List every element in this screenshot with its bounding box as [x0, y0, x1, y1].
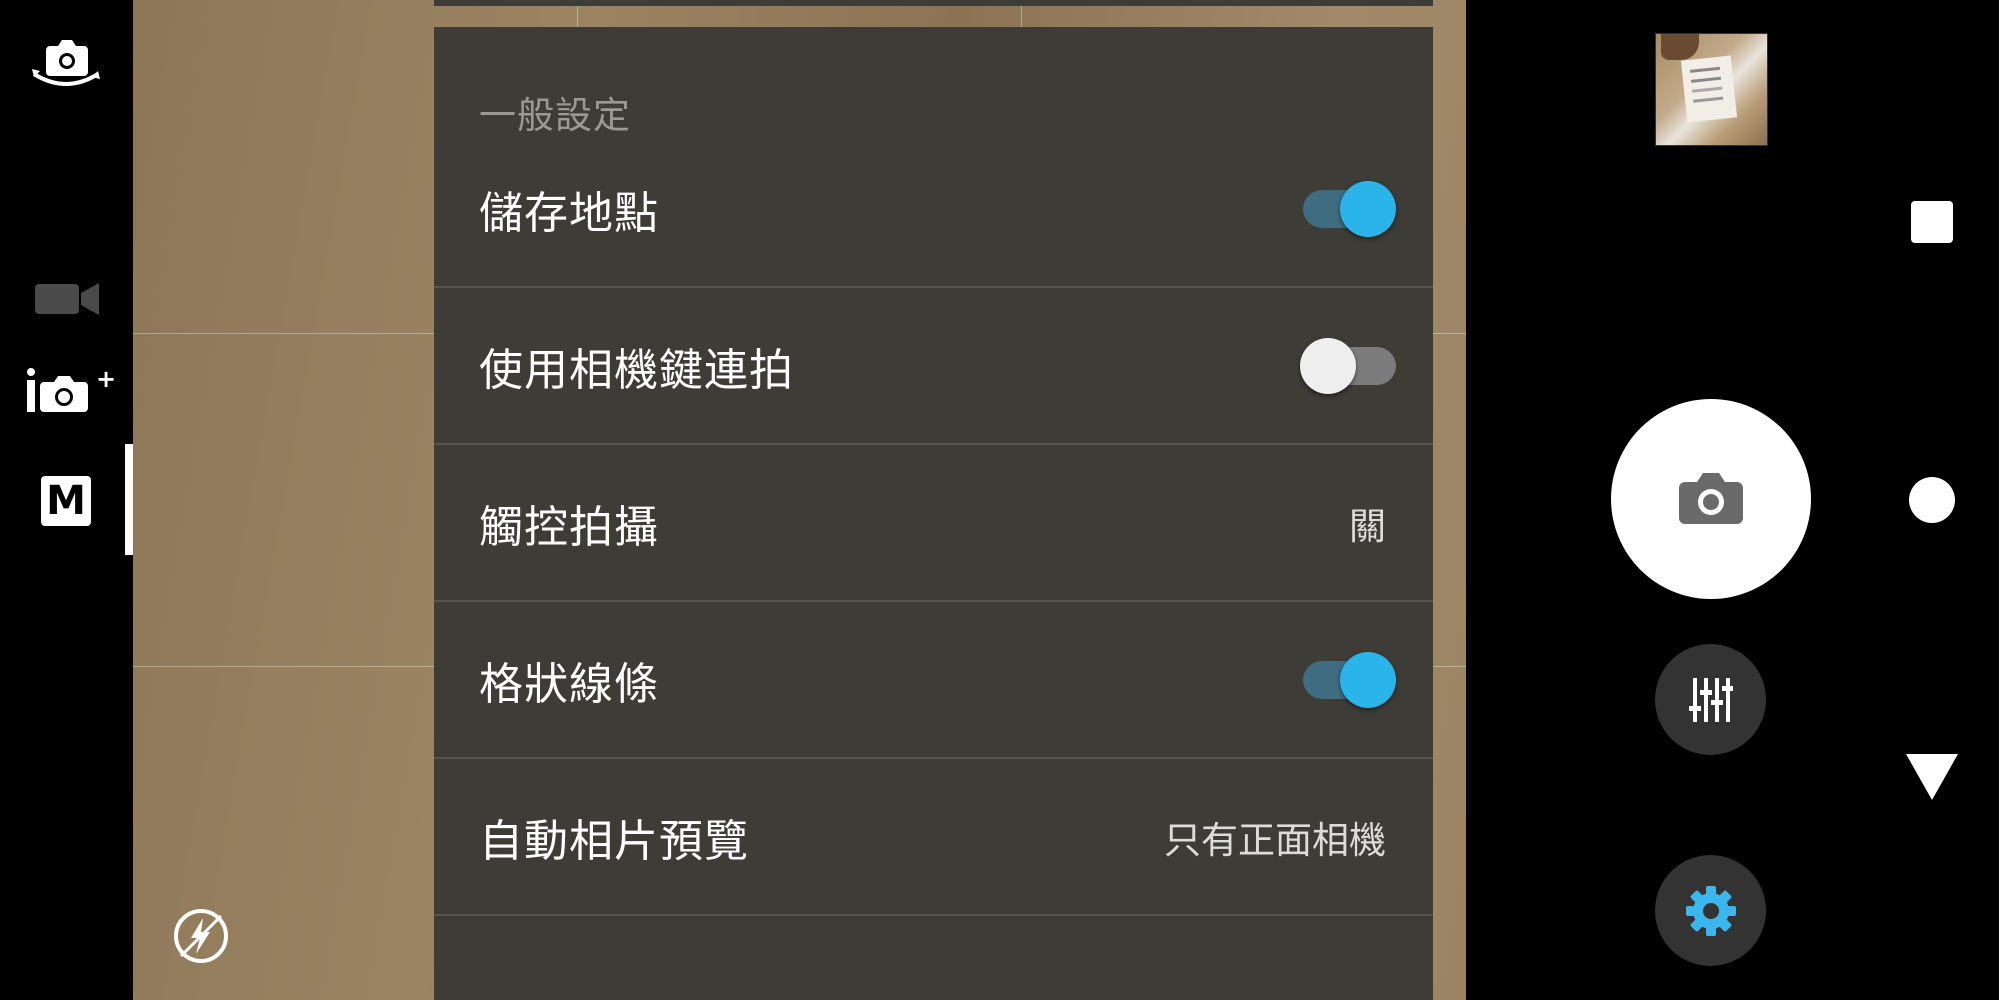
- recent-apps-icon: [1911, 201, 1953, 243]
- manual-mode-icon[interactable]: M: [41, 476, 91, 526]
- setting-value: 只有正面相機: [1164, 818, 1386, 862]
- settings-button[interactable]: [1655, 855, 1766, 966]
- setting-row-auto-photo-preview[interactable]: 自動相片預覽 只有正面相機: [434, 759, 1433, 916]
- manual-mode-letter: M: [46, 478, 86, 524]
- toggle-thumb: [1340, 651, 1396, 708]
- flash-auto-icon[interactable]: [173, 908, 229, 964]
- setting-row-touch-capture[interactable]: 觸控拍攝 關: [434, 445, 1433, 602]
- settings-panel-top-edge: [434, 0, 1433, 6]
- thumbnail-document: [1680, 55, 1738, 123]
- adjustments-button[interactable]: [1655, 644, 1766, 755]
- back-button[interactable]: [1906, 750, 1958, 802]
- left-mode-rail: + M: [0, 0, 133, 1000]
- back-icon: [1906, 754, 1958, 800]
- storage-location-toggle[interactable]: [1300, 180, 1396, 237]
- superior-auto-icon[interactable]: +: [24, 366, 116, 416]
- setting-value: 關: [1349, 504, 1386, 548]
- camera-key-burst-toggle[interactable]: [1300, 337, 1396, 394]
- setting-label: 自動相片預覽: [479, 815, 749, 867]
- toggle-thumb: [1340, 180, 1396, 237]
- switch-camera-icon[interactable]: [28, 36, 104, 96]
- superscript-plus: +: [96, 366, 116, 393]
- shutter-camera-icon: [1679, 473, 1743, 524]
- shutter-button[interactable]: [1611, 399, 1811, 599]
- setting-row-camera-key-burst[interactable]: 使用相機鍵連拍: [434, 288, 1433, 445]
- settings-gear-icon: [1685, 885, 1736, 936]
- toggle-thumb: [1300, 337, 1356, 394]
- adjustments-icon: [1688, 677, 1733, 722]
- setting-label: 格狀線條: [479, 658, 659, 710]
- home-button[interactable]: [1908, 476, 1956, 524]
- recent-apps-button[interactable]: [1910, 200, 1954, 244]
- setting-row-grid-lines[interactable]: 格狀線條: [434, 602, 1433, 759]
- last-photo-thumbnail[interactable]: [1655, 33, 1768, 146]
- setting-label: 觸控拍攝: [479, 501, 659, 553]
- grid-lines-toggle[interactable]: [1300, 651, 1396, 708]
- setting-row-storage-location[interactable]: 儲存地點: [434, 131, 1433, 288]
- video-mode-icon[interactable]: [34, 279, 100, 319]
- home-icon: [1909, 477, 1955, 523]
- watermark: [173, 908, 229, 964]
- settings-panel: 一般設定 儲存地點 使用相機鍵連拍 觸控拍攝 關 格狀線條 自動相片預覽 只有正…: [434, 27, 1433, 1000]
- thumbnail-hand: [1661, 34, 1699, 60]
- setting-label: 儲存地點: [479, 187, 659, 239]
- selected-mode-indicator: [125, 444, 133, 555]
- setting-label: 使用相機鍵連拍: [479, 344, 794, 396]
